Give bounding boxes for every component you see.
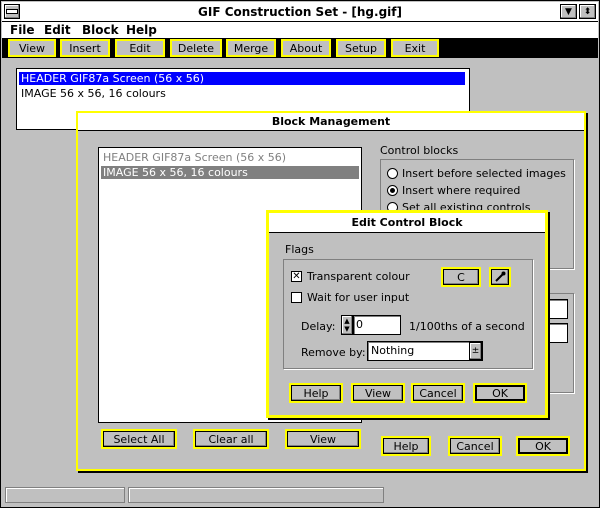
toolbar-insert-button[interactable]: Insert (60, 39, 110, 57)
list-item[interactable]: IMAGE 56 x 56, 16 colours (101, 166, 359, 179)
radio-insert-where-required[interactable] (387, 185, 398, 196)
help-button[interactable]: Help (289, 383, 343, 403)
menu-edit[interactable]: Edit (44, 23, 71, 37)
menu-block[interactable]: Block (82, 23, 119, 37)
flags-label: Flags (285, 243, 314, 256)
option-field[interactable] (546, 323, 568, 343)
minimize-icon[interactable]: ▼ (560, 4, 577, 19)
menu-help[interactable]: Help (126, 23, 157, 37)
toolbar-about-button[interactable]: About (281, 39, 331, 57)
transparent-colour-checkbox[interactable]: ✕ (291, 271, 302, 282)
edit-control-block-dialog: Edit Control Block Flags ✕ Transparent c… (266, 210, 548, 418)
menu-bar: File Edit Block Help (2, 22, 598, 38)
radio-insert-before[interactable] (387, 168, 398, 179)
toolbar-setup-button[interactable]: Setup (336, 39, 386, 57)
ok-button[interactable]: OK (473, 383, 527, 403)
colour-button[interactable]: C (441, 267, 481, 287)
toolbar-merge-button[interactable]: Merge (226, 39, 276, 57)
list-item[interactable]: HEADER GIF87a Screen (56 x 56) (101, 151, 359, 164)
spinner-icon[interactable]: ▲ ▼ (341, 315, 353, 335)
cancel-button[interactable]: Cancel (448, 436, 502, 456)
wait-for-user-input-checkbox[interactable] (291, 292, 302, 303)
restore-icon[interactable]: ⬍ (579, 4, 596, 19)
status-pane-left (5, 487, 125, 503)
radio-insert-where-required-label: Insert where required (402, 184, 521, 197)
status-pane-right (128, 487, 384, 503)
delay-unit-label: 1/100ths of a second (409, 320, 525, 333)
ok-button[interactable]: OK (516, 436, 570, 456)
toolbar-delete-button[interactable]: Delete (170, 39, 222, 57)
select-all-button[interactable]: Select All (101, 429, 177, 449)
toolbar: View Insert Edit Delete Merge About Setu… (2, 38, 598, 58)
remove-by-select[interactable]: Nothing (367, 341, 483, 361)
system-menu-icon[interactable] (4, 4, 20, 19)
clear-all-button[interactable]: Clear all (193, 429, 269, 449)
menu-file[interactable]: File (10, 23, 35, 37)
view-button[interactable]: View (351, 383, 405, 403)
delay-input[interactable]: 0 (353, 315, 401, 335)
help-button[interactable]: Help (381, 436, 431, 456)
toolbar-exit-button[interactable]: Exit (391, 39, 439, 57)
toolbar-edit-button[interactable]: Edit (115, 39, 165, 57)
cancel-button[interactable]: Cancel (411, 383, 465, 403)
control-blocks-label: Control blocks (380, 144, 459, 157)
wait-for-user-input-label: Wait for user input (307, 291, 410, 304)
window-title: GIF Construction Set - [hg.gif] (198, 5, 402, 19)
radio-insert-before-label: Insert before selected images (402, 167, 566, 180)
delay-label: Delay: (301, 320, 336, 333)
toolbar-view-button[interactable]: View (8, 39, 56, 57)
dialog-title: Block Management (78, 113, 584, 131)
dropdown-arrow-icon[interactable]: ± (469, 342, 482, 360)
eyedropper-icon[interactable] (489, 267, 511, 287)
remove-by-label: Remove by: (301, 346, 366, 359)
list-item[interactable]: HEADER GIF87a Screen (56 x 56) (19, 72, 465, 85)
view-button[interactable]: View (285, 429, 361, 449)
transparent-colour-label: Transparent colour (307, 270, 410, 283)
title-bar[interactable]: GIF Construction Set - [hg.gif] ▼ ⬍ (2, 2, 598, 22)
list-item[interactable]: IMAGE 56 x 56, 16 colours (19, 87, 465, 100)
dialog-title: Edit Control Block (269, 213, 545, 233)
option-field[interactable] (546, 299, 568, 319)
